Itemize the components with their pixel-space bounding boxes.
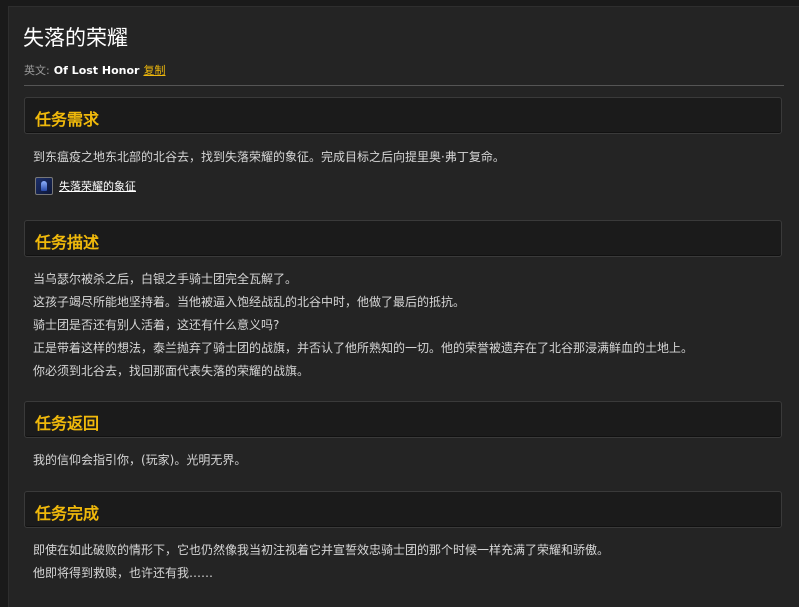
copy-link[interactable]: 复制 [143, 64, 165, 77]
progress-text-block: 我的信仰会指引你，(玩家)。光明无界。 [33, 449, 246, 472]
completion-line: 他即将得到救赎，也许还有我…… [33, 566, 214, 580]
requirements-text-block: 到东瘟疫之地东北部的北谷去，找到失落荣耀的象征。完成目标之后向提里奥·弗丁复命。 [33, 146, 505, 169]
requirements-text: 到东瘟疫之地东北部的北谷去，找到失落荣耀的象征。完成目标之后向提里奥·弗丁复命。 [33, 150, 505, 164]
description-line: 当乌瑟尔被杀之后，白银之手骑士团完全瓦解了。 [33, 272, 298, 286]
completion-text-block: 即使在如此破败的情形下，它也仍然像我当初注视着它并宣誓效忠骑士团的那个时候一样充… [33, 539, 609, 585]
description-line: 骑士团是否还有别人活着，这还有什么意义吗? [33, 318, 280, 332]
description-line: 这孩子竭尽所能地坚持着。当他被逼入饱经战乱的北谷中时，他做了最后的抵抗。 [33, 295, 466, 309]
english-name-row: 英文: Of Lost Honor 复制 [24, 62, 165, 78]
description-header: 任务描述 [24, 220, 782, 257]
description-text-block: 当乌瑟尔被杀之后，白银之手骑士团完全瓦解了。 这孩子竭尽所能地坚持着。当他被逼入… [33, 268, 693, 383]
page-title: 失落的荣耀 [23, 26, 128, 50]
english-name: Of Lost Honor [53, 64, 140, 77]
description-line: 你必须到北谷去，找回那面代表失落的荣耀的战旗。 [33, 364, 310, 378]
requirements-header-label: 任务需求 [35, 110, 100, 129]
completion-header: 任务完成 [24, 491, 782, 528]
progress-header: 任务返回 [24, 401, 782, 438]
requirements-header: 任务需求 [24, 97, 782, 134]
progress-header-label: 任务返回 [35, 414, 100, 433]
blue-banner-icon[interactable] [35, 177, 53, 195]
title-divider [24, 85, 784, 86]
completion-line: 即使在如此破败的情形下，它也仍然像我当初注视着它并宣誓效忠骑士团的那个时候一样充… [33, 543, 610, 557]
progress-text: 我的信仰会指引你，(玩家)。光明无界。 [33, 453, 247, 467]
completion-header-label: 任务完成 [35, 504, 100, 523]
quest-item-link[interactable]: 失落荣耀的象征 [59, 178, 136, 194]
quest-item[interactable]: 失落荣耀的象征 [35, 176, 136, 196]
description-header-label: 任务描述 [35, 233, 100, 252]
description-line: 正是带着这样的想法，泰兰抛弃了骑士团的战旗，并否认了他所熟知的一切。他的荣誉被遗… [33, 341, 694, 355]
english-label: 英文: [24, 64, 50, 77]
